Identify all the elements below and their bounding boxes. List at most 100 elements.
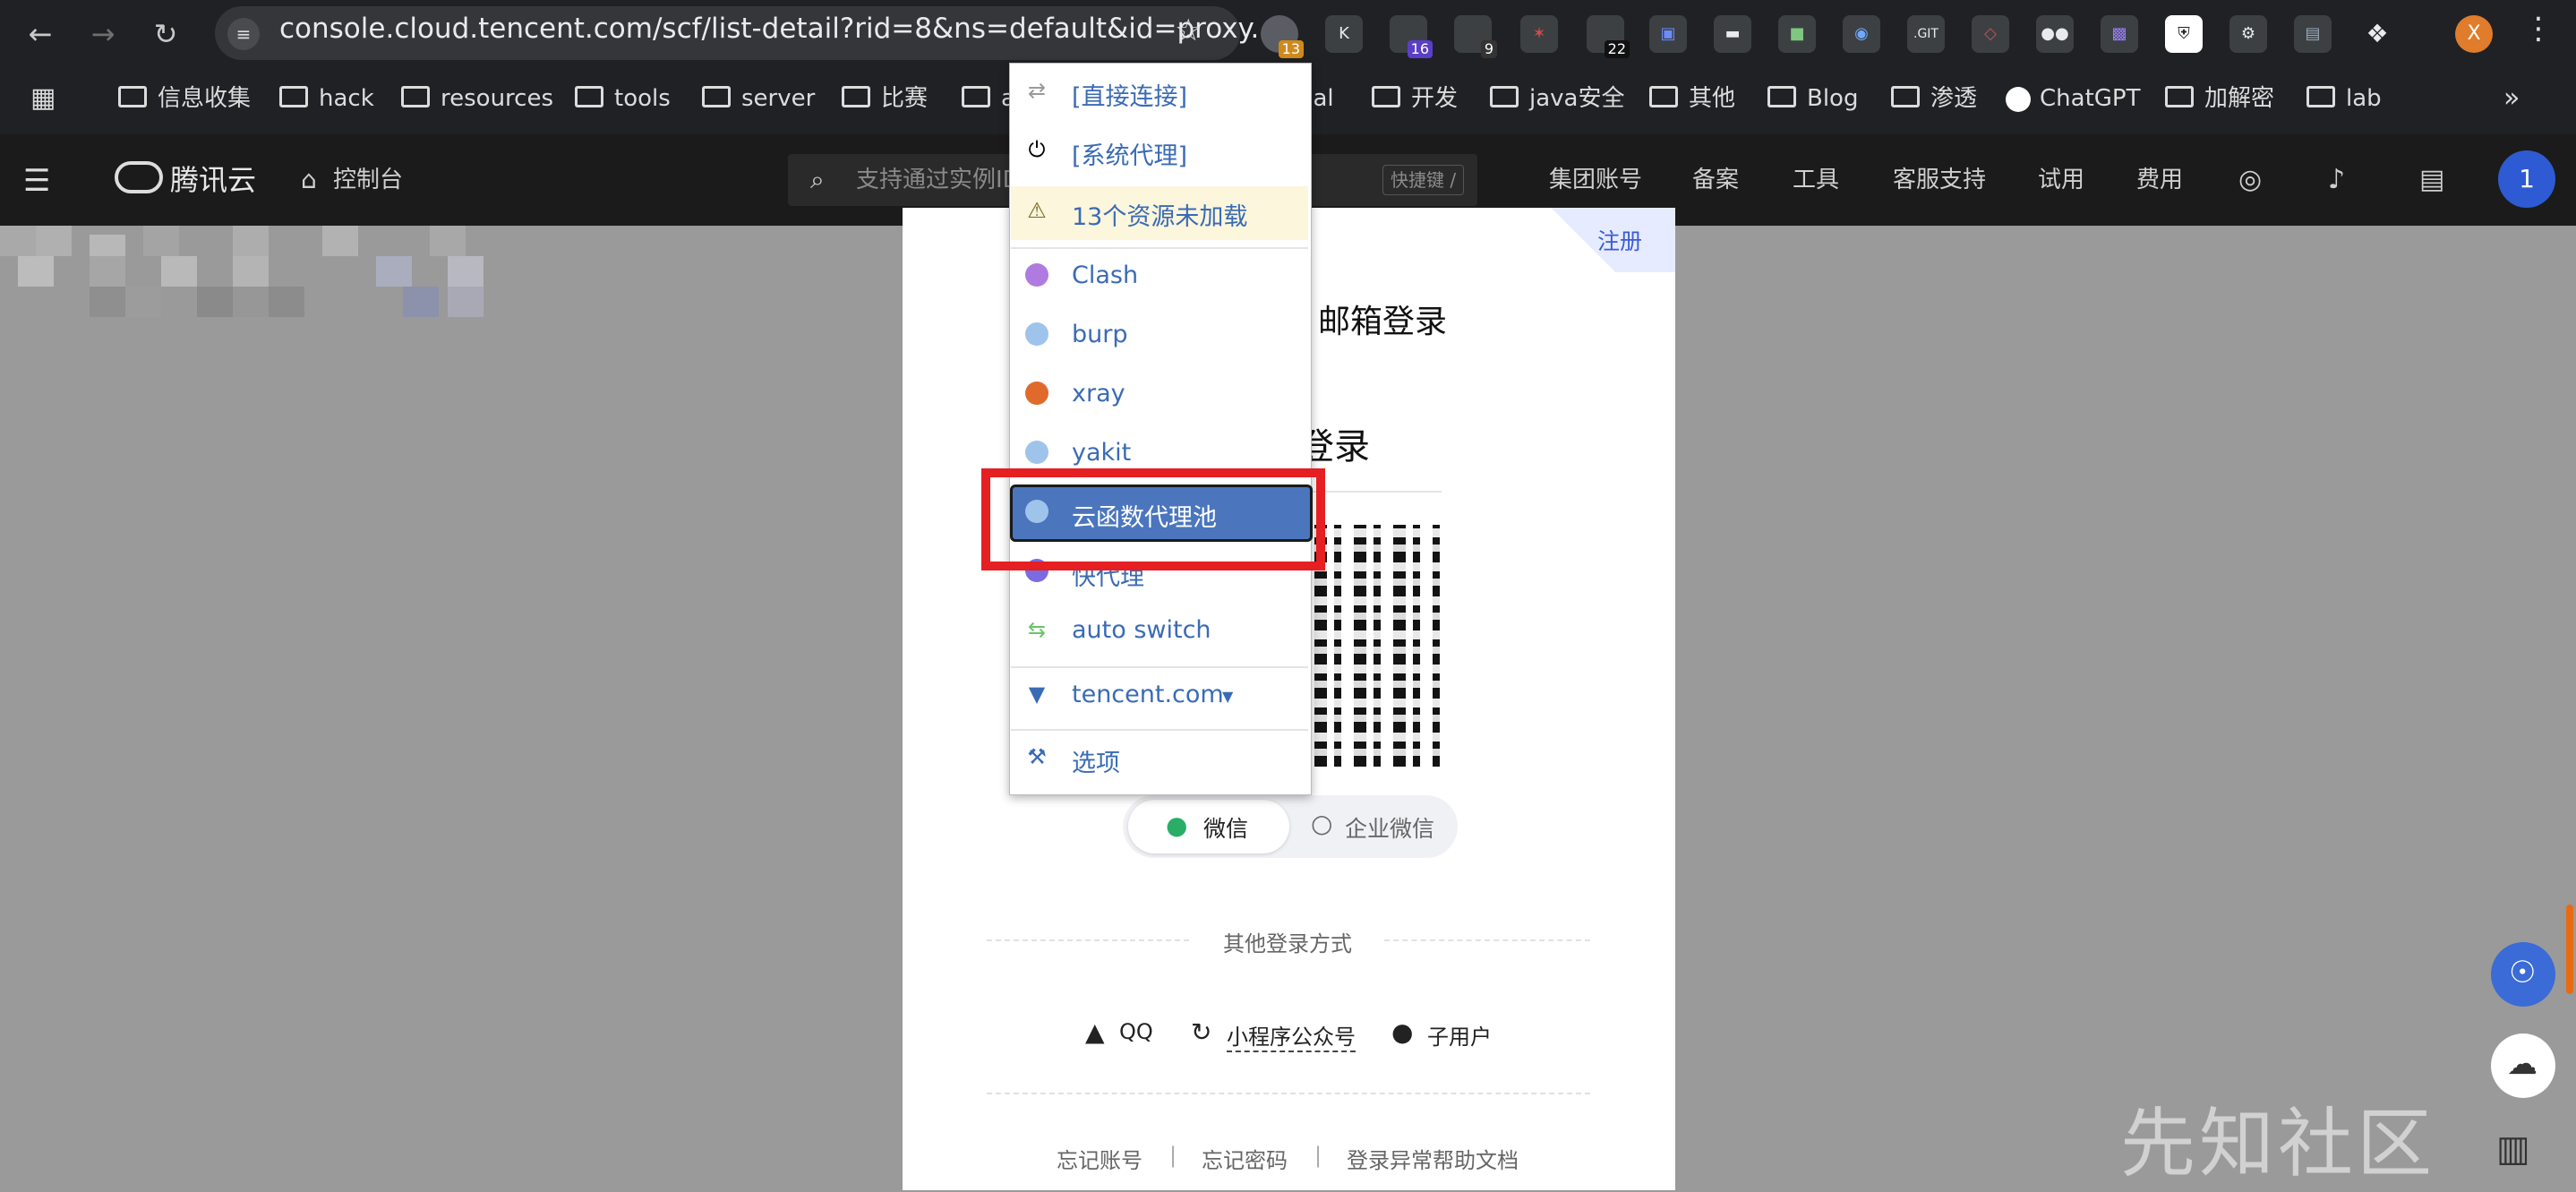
power-icon: ⏻ xyxy=(1028,137,1046,162)
bookmark-folder[interactable]: tools xyxy=(575,81,671,116)
bookmark-chatgpt[interactable]: ChatGPT xyxy=(2006,81,2140,116)
folder-icon xyxy=(2306,85,2335,107)
bookmark-folder[interactable]: 加解密 xyxy=(2165,81,2274,116)
ext-red-icon[interactable]: ✶ xyxy=(1520,15,1558,53)
ext-image-icon[interactable]: ▩ xyxy=(2101,15,2138,53)
miniprogram-icon: ↻ xyxy=(1191,1017,1212,1047)
site-settings-icon[interactable]: ≡ xyxy=(227,18,260,50)
bookmark-folder[interactable]: 比赛 xyxy=(842,81,928,116)
menu-item-condition-tencent[interactable]: ▼ tencent.com ▼ xyxy=(1011,670,1308,724)
scrollbar-thumb[interactable] xyxy=(2566,905,2573,994)
console-link[interactable]: 控制台 xyxy=(333,164,403,196)
cloud-icon: ☁ xyxy=(2507,1046,2537,1082)
footer-separator: | xyxy=(1169,1143,1177,1168)
forgot-account-link[interactable]: 忘记账号 xyxy=(1057,1143,1143,1174)
login-qq[interactable]: QQ xyxy=(1119,1019,1153,1044)
filter-icon: ▼ xyxy=(1028,682,1046,707)
menu-item-xray[interactable]: xray xyxy=(1011,369,1308,423)
divider-right xyxy=(1384,939,1590,941)
login-help-link[interactable]: 登录异常帮助文档 xyxy=(1347,1143,1519,1174)
k-icon[interactable]: K xyxy=(1325,15,1363,53)
ext-shield-icon[interactable]: ⛨ xyxy=(2165,15,2203,53)
nav-filing[interactable]: 备案 xyxy=(1692,164,1739,196)
menu-item-options[interactable]: ⚒ 选项 xyxy=(1011,733,1308,786)
nav-tools[interactable]: 工具 xyxy=(1793,164,1839,196)
user-avatar[interactable]: 1 xyxy=(2498,150,2555,208)
login-subuser[interactable]: 子用户 xyxy=(1427,1019,1492,1051)
menu-item-burp[interactable]: burp xyxy=(1011,310,1308,364)
back-icon[interactable]: ← xyxy=(20,13,61,55)
ext-green-icon[interactable]: ■ xyxy=(1778,15,1816,53)
menu-kebab-icon[interactable]: ⋮ xyxy=(2523,11,2554,47)
logo-text[interactable]: 腾讯云 xyxy=(170,164,256,196)
menu-item-direct[interactable]: ⇄ [直接连接] xyxy=(1011,66,1308,120)
cart-icon[interactable]: ▤ xyxy=(2419,164,2444,196)
bell-icon[interactable]: ♪ xyxy=(2328,164,2345,196)
tab-wechat-label: 微信 xyxy=(1203,816,1249,842)
ext-owl-icon[interactable]: ●● xyxy=(2036,15,2074,53)
nav-billing[interactable]: 费用 xyxy=(2136,164,2183,196)
folder-icon xyxy=(2165,85,2194,107)
bookmark-folder[interactable]: 开发 xyxy=(1372,81,1458,116)
ext-qr-icon[interactable]: 9 xyxy=(1454,15,1497,58)
forgot-password-link[interactable]: 忘记密码 xyxy=(1202,1143,1288,1174)
nav-group-account[interactable]: 集团账号 xyxy=(1549,164,1642,196)
headset-icon: ☉ xyxy=(2509,955,2537,990)
tab-wecom-label[interactable]: 企业微信 xyxy=(1345,811,1434,844)
url-text: console.cloud.tencent.com/scf/list-detai… xyxy=(279,13,1278,45)
direct-arrows-icon: ⇄ xyxy=(1027,78,1047,103)
globe-icon xyxy=(1025,263,1048,287)
watermark-text: 先知社区 xyxy=(2120,1100,2436,1188)
cloud-assistant-button[interactable]: ☁ xyxy=(2491,1033,2555,1098)
ext-diamond-icon[interactable]: ◇ xyxy=(1972,15,2009,53)
bookmark-folder[interactable]: a xyxy=(962,81,1015,116)
apps-grid-icon[interactable]: ▦ xyxy=(30,82,56,114)
bookmark-folder[interactable]: resources xyxy=(401,81,553,116)
menu-item-auto-switch[interactable]: ⇆ auto switch xyxy=(1011,605,1308,659)
bookmark-folder[interactable]: hack xyxy=(279,81,374,116)
ext-hat-icon[interactable]: ▬ xyxy=(1714,15,1751,53)
home-icon: ⌂ xyxy=(301,165,317,194)
forward-icon[interactable]: → xyxy=(82,13,124,55)
profile-avatar[interactable]: X xyxy=(2455,15,2493,53)
menu-item-clash[interactable]: Clash xyxy=(1011,251,1308,304)
nav-trial[interactable]: 试用 xyxy=(2038,164,2084,196)
nav-support[interactable]: 客服支持 xyxy=(1893,164,1986,196)
bookmark-folder[interactable]: java安全 xyxy=(1490,81,1624,116)
wecom-icon: ○ xyxy=(1311,809,1333,838)
bookmarks-overflow-icon[interactable]: » xyxy=(2503,81,2520,116)
ext-blue-icon[interactable]: ▣ xyxy=(1649,15,1687,53)
ext-git-icon[interactable]: .GIT xyxy=(1907,15,1945,53)
chatgpt-icon xyxy=(2006,86,2031,112)
qq-icon: ▲ xyxy=(1085,1017,1105,1047)
extensions-puzzle-icon[interactable]: ❖ xyxy=(2358,15,2396,53)
bookmark-star-icon[interactable]: ☆ xyxy=(1175,13,1202,48)
auto-switch-icon: ⇆ xyxy=(1027,617,1047,642)
bookmark-folder[interactable]: server xyxy=(702,81,815,116)
login-miniprogram[interactable]: 小程序公众号 xyxy=(1227,1019,1356,1052)
book-icon[interactable]: ▥ xyxy=(2496,1128,2530,1170)
register-link[interactable]: 注册 xyxy=(1597,224,1642,256)
disc-icon[interactable]: ◎ xyxy=(2238,164,2262,196)
folder-icon xyxy=(118,85,147,107)
menu-item-system[interactable]: ⏻ [系统代理] xyxy=(1011,125,1308,179)
bookmark-folder[interactable]: Blog xyxy=(1767,81,1858,116)
bookmark-folder[interactable]: lab xyxy=(2306,81,2382,116)
ext-gear-icon[interactable]: ⚙ xyxy=(2229,15,2267,53)
folder-icon xyxy=(279,85,308,107)
ext-22-icon[interactable]: 22 xyxy=(1587,15,1630,58)
bookmark-folder[interactable]: 渗透 xyxy=(1891,81,1977,116)
ext-save-icon[interactable]: ▤ xyxy=(2294,15,2332,53)
customer-service-button[interactable]: ☉ xyxy=(2491,942,2555,1007)
annotation-highlight-box xyxy=(981,468,1325,570)
switchyomega-icon[interactable]: 13 xyxy=(1261,15,1304,58)
menu-item-resources-warning[interactable]: ⚠ 13个资源未加载 xyxy=(1011,186,1308,240)
ext-eye-icon[interactable]: ◉ xyxy=(1843,15,1880,53)
hamburger-menu-icon[interactable]: ☰ xyxy=(23,163,50,199)
ext-purple-icon[interactable]: 16 xyxy=(1390,15,1433,58)
email-login-link[interactable]: 邮箱登录 xyxy=(1318,296,1447,342)
bookmark-folder[interactable]: 其他 xyxy=(1649,81,1735,116)
reload-icon[interactable]: ↻ xyxy=(145,13,186,55)
bookmark-folder[interactable]: 信息收集 xyxy=(118,81,251,116)
folder-icon xyxy=(1767,85,1796,107)
